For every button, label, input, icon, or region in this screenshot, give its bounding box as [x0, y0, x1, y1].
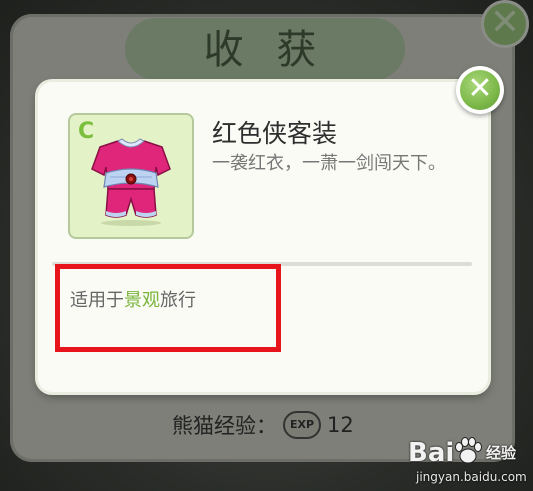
close-icon: ✕ — [460, 70, 500, 110]
harvest-title: 收 获 — [203, 27, 327, 73]
red-outfit-icon — [91, 138, 171, 226]
item-card: C — [68, 113, 194, 239]
watermark-url: jingyan.baidu.com — [416, 470, 527, 484]
panda-exp-row: 熊猫经验： EXP 12 — [172, 407, 354, 443]
dialog-close-button[interactable]: ✕ — [456, 66, 504, 114]
item-name: 红色侠客装 — [212, 119, 338, 148]
watermark-brand-right: 经验 — [486, 444, 517, 462]
panda-exp-value: 12 — [327, 413, 354, 437]
watermark-brand-left: Bai — [408, 438, 455, 468]
item-description: 一袭红衣，一萧一剑闯天下。 — [212, 153, 446, 174]
annotation-highlight-box — [55, 264, 281, 352]
panda-exp-label: 熊猫经验： — [172, 414, 277, 438]
paw-icon — [455, 437, 482, 464]
exp-badge-icon: EXP — [283, 411, 321, 439]
baidu-watermark: Bai 经验 jingyan.baidu.com — [408, 432, 530, 488]
harvest-close-button[interactable]: ✕ — [481, 0, 529, 48]
